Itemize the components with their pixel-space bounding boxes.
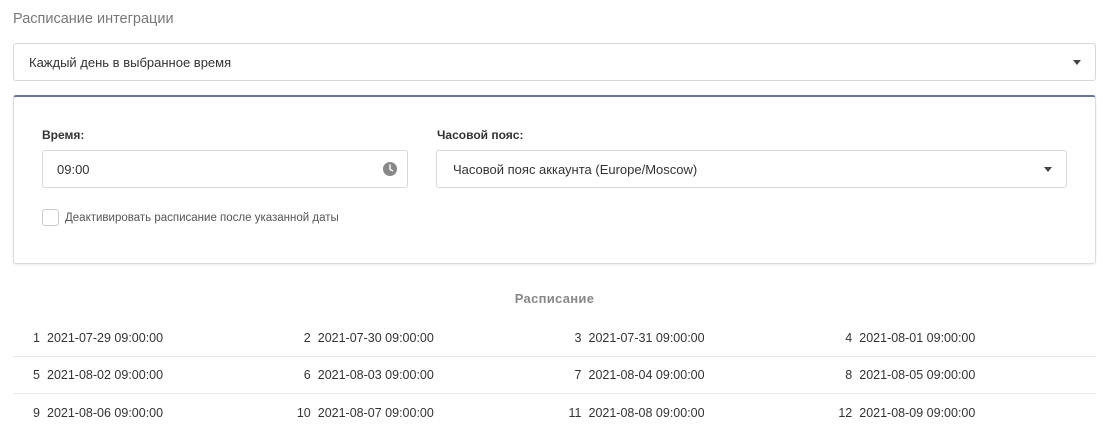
- run-datetime: 2021-08-09 09:00:00: [859, 405, 976, 420]
- chevron-down-icon: [1044, 167, 1052, 172]
- run-datetime: 2021-07-29 09:00:00: [47, 331, 164, 345]
- frequency-select-value: Каждый день в выбранное время: [29, 54, 232, 70]
- timezone-select[interactable]: Часовой пояс аккаунта (Europe/Moscow): [436, 150, 1067, 188]
- schedule-cell: 7 2021-08-04 09:00:00: [555, 368, 826, 382]
- schedule-cell: 11 2021-08-08 09:00:00: [555, 406, 826, 420]
- run-number: 12: [838, 405, 853, 420]
- time-input-value: 09:00: [57, 161, 90, 177]
- frequency-select[interactable]: Каждый день в выбранное время: [13, 43, 1096, 81]
- run-datetime: 2021-08-02 09:00:00: [47, 368, 164, 382]
- run-number: 5: [33, 368, 40, 382]
- schedule-title: Расписание: [514, 291, 595, 306]
- chevron-down-icon: [1073, 60, 1081, 65]
- run-number: 6: [303, 368, 311, 382]
- table-row: 5 2021-08-02 09:00:00 6 2021-08-03 09:00:0…: [13, 357, 1096, 394]
- schedule-cell: 3 2021-07-31 09:00:00: [555, 331, 826, 345]
- run-datetime: 2021-08-08 09:00:00: [588, 405, 705, 420]
- run-number: 8: [845, 368, 853, 382]
- run-number: 2: [303, 331, 311, 345]
- run-datetime: 2021-08-01 09:00:00: [859, 331, 976, 345]
- deactivate-row[interactable]: Деактивировать расписание после указанно…: [42, 209, 339, 226]
- run-datetime: 2021-08-07 09:00:00: [317, 405, 434, 420]
- run-number: 7: [574, 368, 582, 382]
- run-number: 9: [33, 405, 40, 420]
- schedule-cell: 12 2021-08-09 09:00:00: [825, 406, 1096, 420]
- run-datetime: 2021-08-06 09:00:00: [47, 405, 164, 420]
- schedule-cell: 8 2021-08-05 09:00:00: [825, 368, 1096, 382]
- run-datetime: 2021-07-30 09:00:00: [317, 331, 434, 345]
- timezone-select-value: Часовой пояс аккаунта (Europe/Moscow): [453, 161, 698, 177]
- run-number: 4: [845, 331, 853, 345]
- schedule-cell: 1 2021-07-29 09:00:00: [13, 331, 284, 345]
- schedule-cell: 6 2021-08-03 09:00:00: [284, 368, 555, 382]
- run-number: 11: [568, 405, 582, 420]
- section-title: Расписание интеграции: [13, 11, 174, 27]
- schedule-cell: 10 2021-08-07 09:00:00: [284, 406, 555, 420]
- timezone-label: Часовой пояс:: [437, 128, 524, 142]
- run-number: 1: [33, 331, 40, 345]
- run-datetime: 2021-08-04 09:00:00: [588, 368, 705, 382]
- schedule-table: 1 2021-07-29 09:00:00 2 2021-07-30 09:00:0…: [13, 320, 1096, 431]
- run-number: 10: [296, 405, 311, 420]
- run-datetime: 2021-07-31 09:00:00: [588, 331, 705, 345]
- time-label: Время:: [42, 128, 85, 142]
- schedule-cell: 9 2021-08-06 09:00:00: [13, 406, 284, 420]
- deactivate-checkbox[interactable]: [42, 209, 59, 226]
- time-input[interactable]: 09:00: [42, 150, 408, 188]
- schedule-settings-panel: Время: Часовой пояс: 09:00 Часовой пояс …: [13, 95, 1096, 264]
- schedule-cell: 5 2021-08-02 09:00:00: [13, 368, 284, 382]
- run-datetime: 2021-08-03 09:00:00: [317, 368, 434, 382]
- deactivate-label: Деактивировать расписание после указанно…: [65, 211, 339, 224]
- schedule-cell: 2 2021-07-30 09:00:00: [284, 331, 555, 345]
- schedule-cell: 4 2021-08-01 09:00:00: [825, 331, 1096, 345]
- run-datetime: 2021-08-05 09:00:00: [859, 368, 976, 382]
- table-row: 1 2021-07-29 09:00:00 2 2021-07-30 09:00:0…: [13, 320, 1096, 357]
- table-row: 9 2021-08-06 09:00:00 10 2021-08-07 09:00:…: [13, 394, 1096, 431]
- run-number: 3: [574, 331, 582, 345]
- clock-icon[interactable]: [383, 162, 397, 176]
